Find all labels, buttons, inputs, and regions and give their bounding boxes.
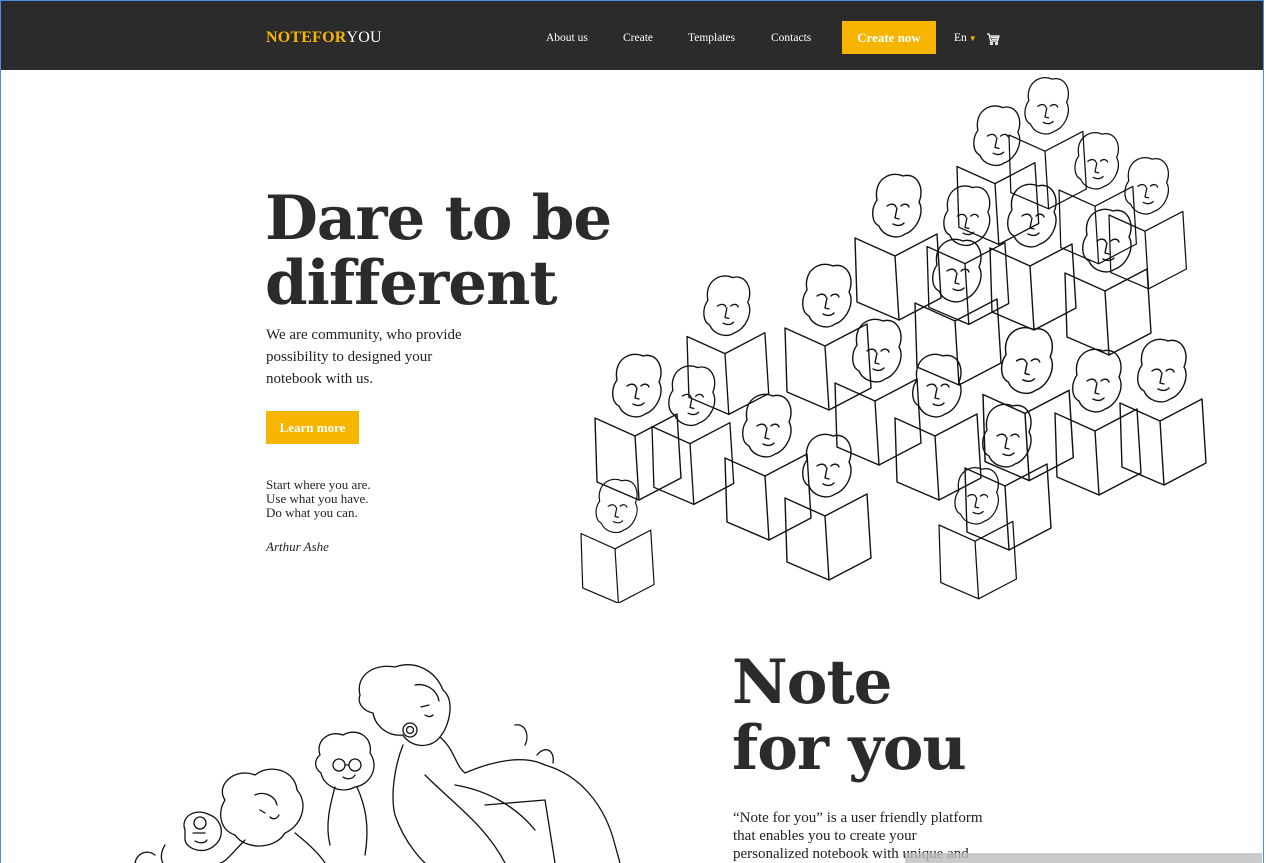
brand-logo[interactable]: NOTEFORYOU [266,29,382,47]
language-label: En [954,32,967,44]
learn-more-button[interactable]: Learn more [266,411,359,444]
nav-link-create[interactable]: Create [623,32,653,44]
hero-quote: Start where you are. Use what you have. … [266,478,371,520]
brand-logo-part1: NOTEFOR [266,29,347,46]
nav-link-about-us[interactable]: About us [546,32,588,44]
create-now-button[interactable]: Create now [842,21,936,54]
top-navigation-bar: NOTEFORYOU About us Create Templates Con… [1,1,1263,70]
nav-link-contacts[interactable]: Contacts [771,32,811,44]
language-selector[interactable]: En ▼ [954,32,977,44]
quote-line: Use what you have. [266,491,369,506]
section-note-title-line2: for you [732,713,967,784]
hero-title-line2: different [265,248,558,319]
cart-icon[interactable] [986,31,1000,46]
people-sketch-illustration [125,655,635,863]
hero-subtitle: We are community, who provide possibilit… [266,327,462,387]
choir-sketch-illustration [575,68,1225,603]
quote-line: Do what you can. [266,505,358,520]
hero-title: Dare to be different [265,186,625,316]
quote-line: Start where you are. [266,477,371,492]
nav-link-templates[interactable]: Templates [688,32,735,44]
quote-author: Arthur Ashe [266,539,329,554]
section-note-title: Note for you [732,650,1132,782]
brand-logo-part2: YOU [346,29,382,46]
hero-title-line1: Dare to be [265,183,612,254]
horizontal-scrollbar[interactable] [905,853,1262,863]
section-note-title-line1: Note [732,647,892,718]
chevron-down-icon: ▼ [968,34,977,43]
